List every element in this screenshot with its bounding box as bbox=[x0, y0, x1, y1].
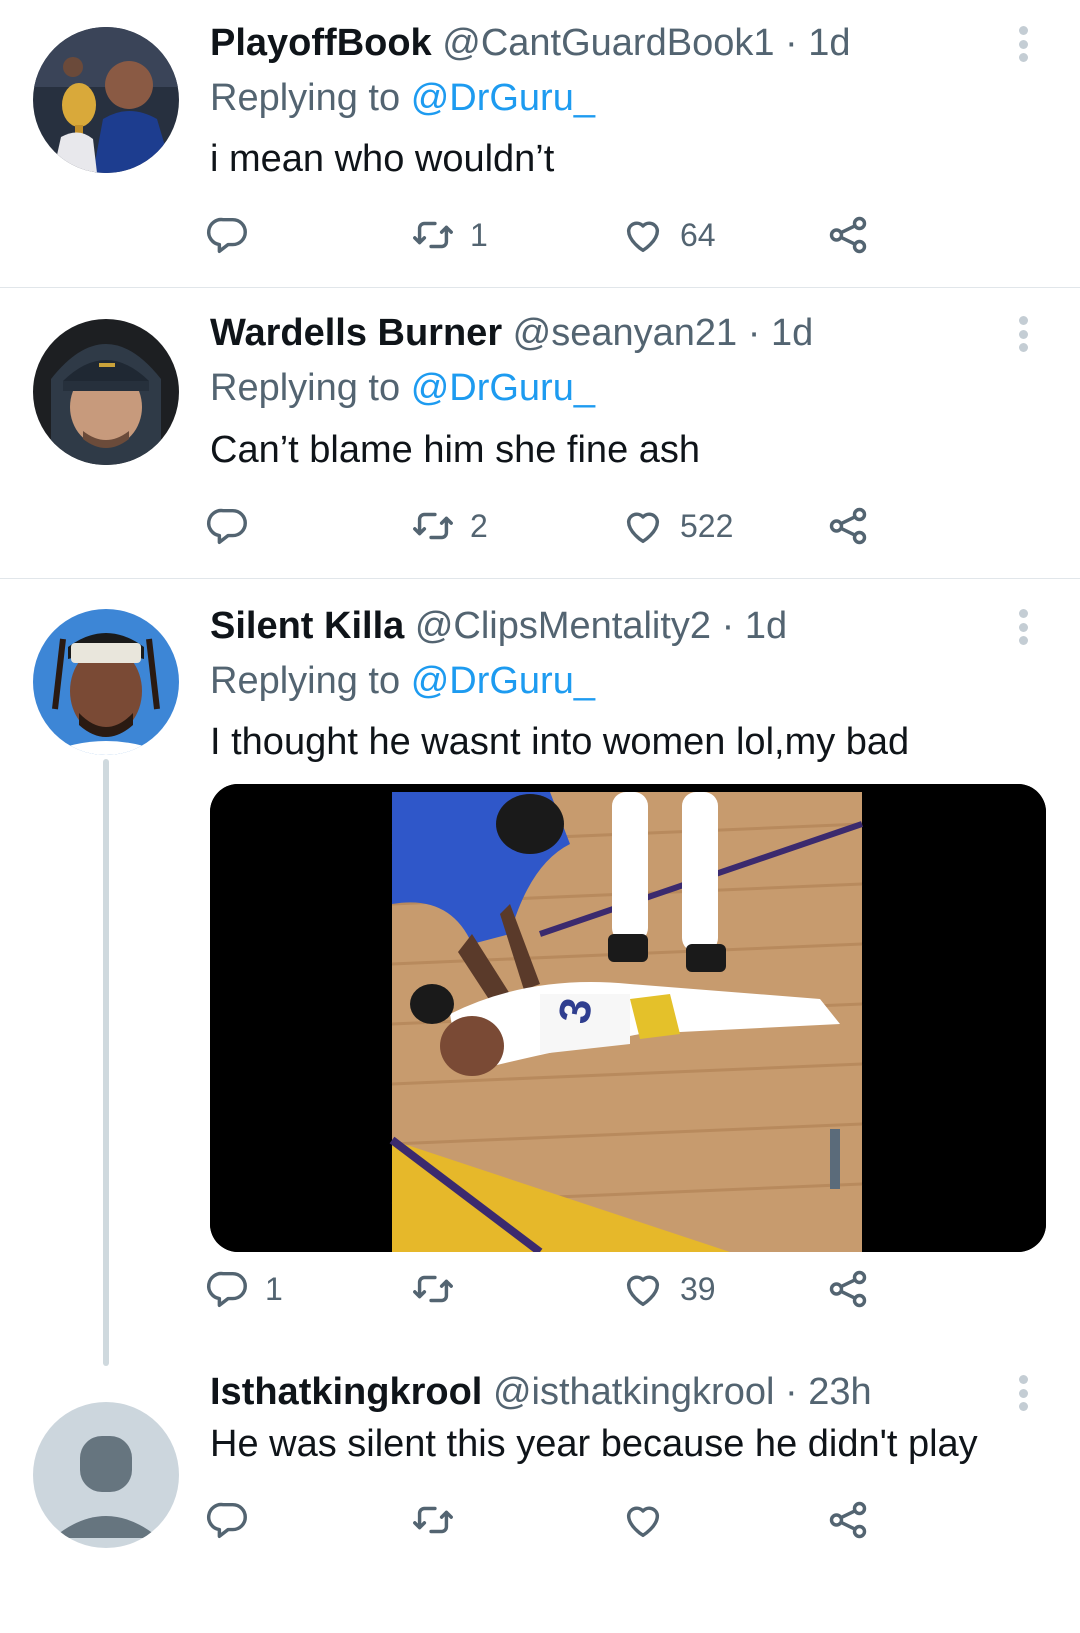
tweet-3[interactable]: Silent Killa @ClipsMentality2 · 1d Reply… bbox=[0, 579, 1080, 1369]
like-count: 64 bbox=[680, 217, 716, 253]
tweet-1[interactable]: PlayoffBook @CantGuardBook1 · 1d Replyin… bbox=[0, 0, 1080, 288]
reply-icon bbox=[206, 1271, 247, 1308]
reply-button[interactable]: 1 bbox=[205, 1259, 283, 1319]
reply-icon bbox=[206, 508, 247, 545]
reply-icon bbox=[206, 1502, 247, 1539]
replying-prefix: Replying to bbox=[210, 367, 401, 409]
retweet-icon bbox=[413, 1275, 453, 1303]
share-icon bbox=[829, 507, 867, 545]
author-handle[interactable]: @isthatkingkrool bbox=[493, 1371, 774, 1413]
retweet-icon bbox=[413, 1506, 453, 1534]
reply-button[interactable] bbox=[205, 1490, 265, 1550]
more-options-icon[interactable] bbox=[1008, 605, 1038, 649]
tweet-text: I thought he wasnt into women lol,my bad bbox=[210, 721, 910, 763]
avatar-photo-2 bbox=[33, 319, 179, 465]
video-media[interactable]: 3 bbox=[210, 784, 1046, 1252]
heart-icon bbox=[626, 1506, 660, 1538]
retweet-count: 1 bbox=[470, 217, 488, 253]
author-name[interactable]: Wardells Burner bbox=[210, 312, 502, 354]
replying-to-line: Replying to @DrGuru_ bbox=[210, 75, 595, 121]
avatar-photo-3 bbox=[33, 609, 179, 755]
share-button[interactable] bbox=[825, 1259, 871, 1319]
author-handle[interactable]: @seanyan21 bbox=[513, 312, 738, 354]
avatar-playoffbook[interactable] bbox=[33, 27, 179, 173]
retweet-count: 2 bbox=[470, 508, 488, 544]
tweet-text: i mean who wouldn’t bbox=[210, 138, 555, 180]
retweet-button[interactable]: 2 bbox=[410, 496, 488, 556]
thread-connector-line bbox=[103, 759, 109, 1366]
separator-dot: · bbox=[721, 605, 735, 647]
tweet-2[interactable]: Wardells Burner @seanyan21 · 1d Replying… bbox=[0, 288, 1080, 578]
timestamp[interactable]: 1d bbox=[808, 22, 850, 64]
timestamp[interactable]: 23h bbox=[808, 1371, 871, 1413]
timestamp[interactable]: 1d bbox=[745, 605, 787, 647]
mention-link[interactable]: @DrGuru_ bbox=[411, 367, 595, 409]
more-options-icon[interactable] bbox=[1008, 1371, 1038, 1415]
mention-link[interactable]: @DrGuru_ bbox=[411, 77, 595, 119]
replying-to-line: Replying to @DrGuru_ bbox=[210, 365, 595, 411]
like-button[interactable] bbox=[620, 1490, 680, 1550]
reply-button[interactable] bbox=[205, 205, 265, 265]
replying-prefix: Replying to bbox=[210, 77, 401, 119]
like-count: 39 bbox=[680, 1271, 716, 1307]
reply-button[interactable] bbox=[205, 496, 265, 556]
like-button[interactable]: 39 bbox=[620, 1259, 716, 1319]
heart-icon bbox=[626, 221, 660, 253]
timestamp[interactable]: 1d bbox=[771, 312, 813, 354]
default-avatar-icon bbox=[33, 1402, 179, 1548]
heart-icon bbox=[626, 512, 660, 544]
avatar-photo-1 bbox=[33, 27, 179, 173]
tweet-text: Can’t blame him she fine ash bbox=[210, 429, 701, 471]
mention-link[interactable]: @DrGuru_ bbox=[411, 660, 595, 702]
avatar-wardells-burner[interactable] bbox=[33, 319, 179, 465]
separator-dot: · bbox=[785, 22, 798, 64]
like-count: 522 bbox=[680, 508, 734, 544]
author-handle[interactable]: @ClipsMentality2 bbox=[415, 605, 711, 647]
action-bar: 1 39 bbox=[205, 1259, 925, 1319]
tweet-text: He was silent this year because he didn'… bbox=[210, 1423, 978, 1465]
retweet-button[interactable] bbox=[410, 1259, 470, 1319]
like-button[interactable]: 522 bbox=[620, 496, 733, 556]
more-options-icon[interactable] bbox=[1008, 22, 1038, 66]
action-bar: 1 64 bbox=[205, 205, 925, 265]
author-name[interactable]: PlayoffBook bbox=[210, 22, 432, 64]
tweet-3-header: Silent Killa @ClipsMentality2 · 1d bbox=[210, 603, 787, 649]
reply-icon bbox=[206, 217, 247, 254]
avatar-default[interactable] bbox=[33, 1402, 179, 1548]
reply-count: 1 bbox=[265, 1271, 283, 1307]
heart-icon bbox=[626, 1275, 660, 1307]
retweet-button[interactable] bbox=[410, 1490, 470, 1550]
share-icon bbox=[829, 1501, 867, 1539]
share-button[interactable] bbox=[825, 496, 871, 556]
retweet-button[interactable]: 1 bbox=[410, 205, 488, 265]
action-bar: 2 522 bbox=[205, 496, 925, 556]
author-name[interactable]: Isthatkingkrool bbox=[210, 1371, 482, 1413]
like-button[interactable]: 64 bbox=[620, 205, 716, 265]
author-name[interactable]: Silent Killa bbox=[210, 605, 404, 647]
action-bar bbox=[205, 1490, 925, 1550]
replying-to-line: Replying to @DrGuru_ bbox=[210, 658, 595, 704]
share-icon bbox=[829, 216, 867, 254]
video-frame: 3 bbox=[210, 784, 1046, 1252]
separator-dot: · bbox=[784, 1371, 798, 1413]
separator-dot: · bbox=[747, 312, 761, 354]
more-options-icon[interactable] bbox=[1008, 312, 1038, 356]
tweet-2-header: Wardells Burner @seanyan21 · 1d bbox=[210, 310, 813, 356]
share-icon bbox=[829, 1270, 867, 1308]
retweet-icon bbox=[413, 512, 453, 540]
retweet-icon bbox=[413, 221, 453, 249]
tweet-1-header: PlayoffBook @CantGuardBook1 · 1d bbox=[210, 20, 851, 66]
author-handle[interactable]: @CantGuardBook1 bbox=[442, 22, 774, 64]
avatar-silent-killa[interactable] bbox=[33, 609, 179, 755]
share-button[interactable] bbox=[825, 205, 871, 265]
replying-prefix: Replying to bbox=[210, 660, 401, 702]
tweet-4[interactable]: Isthatkingkrool @isthatkingkrool · 23h H… bbox=[0, 1369, 1080, 1633]
share-button[interactable] bbox=[825, 1490, 871, 1550]
tweet-4-header: Isthatkingkrool @isthatkingkrool · 23h bbox=[210, 1369, 872, 1415]
